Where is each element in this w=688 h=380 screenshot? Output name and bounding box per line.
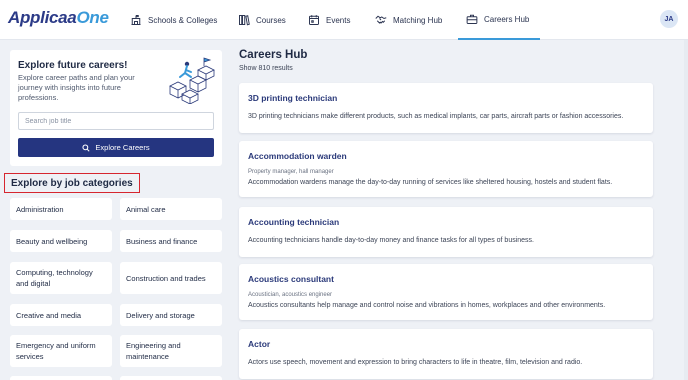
career-description: Actors use speech, movement and expressi…: [248, 359, 583, 366]
calendar-icon: [309, 15, 319, 25]
nav-schools-colleges[interactable]: Schools & Colleges: [130, 0, 217, 40]
category-engineering-maintenance[interactable]: Engineering and maintenance: [120, 335, 222, 367]
search-icon: [82, 143, 90, 152]
school-icon: [131, 15, 141, 25]
category-tile-partial[interactable]: [120, 376, 222, 380]
explore-careers-button[interactable]: Explore Careers: [18, 138, 214, 157]
career-description: Accounting technicians handle day-to-day…: [248, 237, 534, 244]
job-categories-heading: Explore by job categories: [4, 173, 140, 193]
category-administration[interactable]: Administration: [10, 198, 112, 220]
category-business-finance[interactable]: Business and finance: [120, 230, 222, 252]
nav-courses[interactable]: Courses: [238, 0, 286, 40]
career-card[interactable]: Accommodation warden Property manager, h…: [239, 141, 653, 197]
explore-description: Explore career paths and plan your journ…: [18, 73, 135, 102]
category-creative-media[interactable]: Creative and media: [10, 304, 112, 326]
applicaa-one-logo[interactable]: ApplicaaOne: [8, 8, 109, 28]
page-scrollbar[interactable]: [684, 40, 688, 380]
category-animal-care[interactable]: Animal care: [120, 198, 222, 220]
career-title[interactable]: Accommodation warden: [248, 151, 347, 161]
category-delivery-storage[interactable]: Delivery and storage: [120, 304, 222, 326]
career-title[interactable]: Actor: [248, 339, 270, 349]
career-card[interactable]: Accounting technician Accounting technic…: [239, 207, 653, 257]
result-count: Show 810 results: [239, 65, 293, 72]
category-computing-technology[interactable]: Computing, technology and digital: [10, 262, 112, 294]
nav-matching-hub[interactable]: Matching Hub: [375, 0, 442, 40]
category-beauty-wellbeing[interactable]: Beauty and wellbeing: [10, 230, 112, 252]
category-tile-partial[interactable]: [10, 376, 112, 380]
briefcase-icon: [466, 14, 478, 24]
career-description: Acoustics consultants help manage and co…: [248, 302, 606, 309]
handshake-icon: [375, 15, 387, 24]
career-alt-titles: Property manager, hall manager: [248, 169, 334, 175]
career-title[interactable]: Acoustics consultant: [248, 274, 334, 284]
explore-careers-card: Explore future careers! Explore career p…: [10, 50, 222, 166]
career-card[interactable]: 3D printing technician 3D printing techn…: [239, 83, 653, 133]
career-title[interactable]: Accounting technician: [248, 217, 339, 227]
career-alt-titles: Acoustician, acoustics engineer: [248, 292, 333, 298]
careers-hub-title: Careers Hub: [239, 49, 308, 61]
nav-careers-hub[interactable]: Careers Hub: [458, 0, 540, 40]
nav-events[interactable]: Events: [308, 0, 350, 40]
career-description: Accommodation wardens manage the day-to-…: [248, 179, 613, 186]
career-title[interactable]: 3D printing technician: [248, 93, 337, 103]
user-avatar[interactable]: JA: [660, 10, 678, 28]
top-navigation: ApplicaaOne Schools & Colleges Courses E…: [0, 0, 688, 40]
career-illustration-icon: [169, 57, 215, 104]
explore-title: Explore future careers!: [18, 60, 128, 71]
category-construction-trades[interactable]: Construction and trades: [120, 262, 222, 294]
books-icon: [239, 15, 250, 26]
career-card[interactable]: Actor Actors use speech, movement and ex…: [239, 329, 653, 379]
job-title-search-input[interactable]: [18, 112, 214, 130]
career-description: 3D printing technicians make different p…: [248, 113, 624, 120]
category-emergency-uniform[interactable]: Emergency and uniform services: [10, 335, 112, 367]
career-card[interactable]: Acoustics consultant Acoustician, acoust…: [239, 264, 653, 320]
